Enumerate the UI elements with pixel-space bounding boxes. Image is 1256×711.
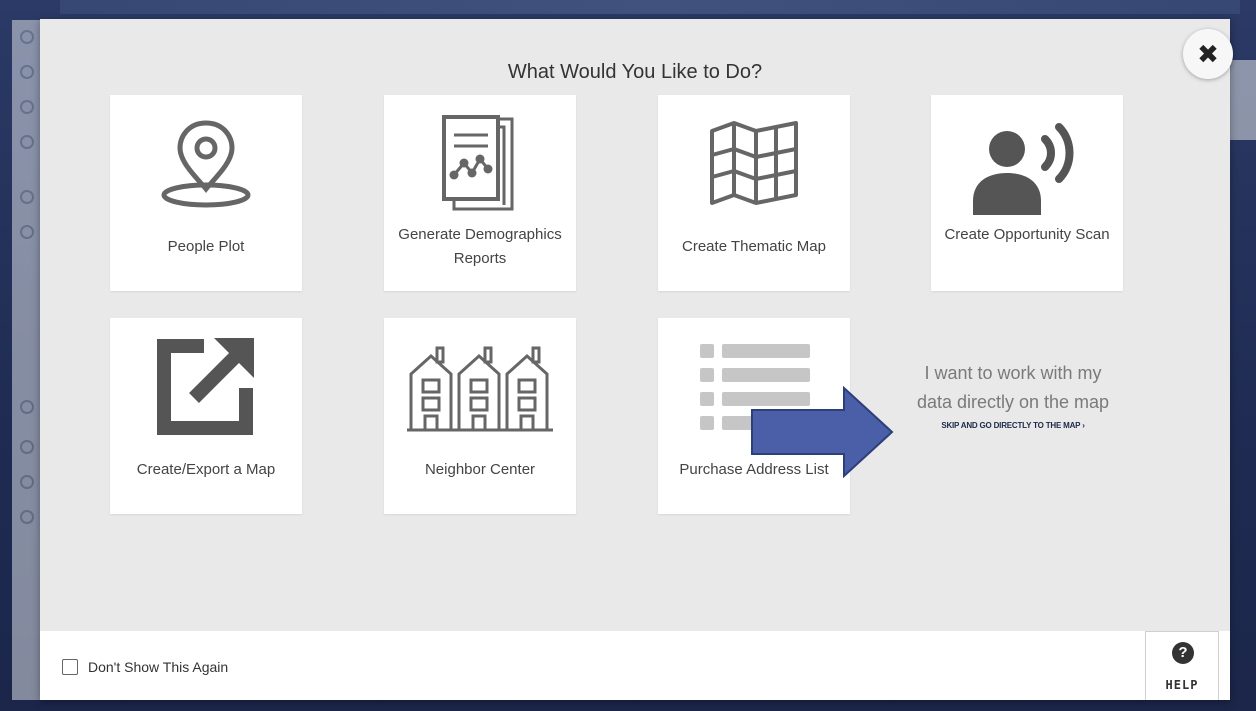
help-button[interactable]: ? HELP bbox=[1145, 631, 1219, 700]
option-people-plot[interactable]: People Plot bbox=[110, 95, 302, 291]
dont-show-again-option[interactable]: Don't Show This Again bbox=[62, 659, 228, 675]
background-panel-edge bbox=[1226, 60, 1256, 140]
option-demographics-reports[interactable]: Generate Demographics Reports bbox=[384, 95, 576, 291]
option-label: Generate Demographics Reports bbox=[398, 226, 562, 267]
annotation-arrow-icon bbox=[751, 386, 894, 478]
option-label: Create Opportunity Scan bbox=[944, 226, 1110, 243]
option-label: Create/Export a Map bbox=[136, 461, 276, 478]
help-label: HELP bbox=[1165, 678, 1199, 692]
close-icon: ✖ bbox=[1197, 38, 1219, 69]
skip-to-map-link[interactable]: SKIP AND GO DIRECTLY TO THE MAP › bbox=[913, 421, 1113, 430]
option-label: People Plot bbox=[167, 238, 245, 255]
background-toolbar bbox=[12, 20, 42, 700]
option-neighbor-center[interactable]: Neighbor Center bbox=[384, 318, 576, 514]
dont-show-checkbox[interactable] bbox=[62, 659, 78, 675]
report-chart-icon bbox=[384, 113, 576, 217]
close-button[interactable]: ✖ bbox=[1183, 29, 1233, 79]
person-broadcast-icon bbox=[931, 115, 1123, 215]
option-thematic-map[interactable]: Create Thematic Map bbox=[658, 95, 850, 291]
option-export-map[interactable]: Create/Export a Map bbox=[110, 318, 302, 514]
modal-title: What Would You Like to Do? bbox=[507, 61, 763, 83]
background-app-strip bbox=[60, 0, 1240, 14]
folded-map-icon bbox=[658, 117, 850, 207]
map-pin-icon bbox=[110, 113, 302, 213]
work-with-map-panel: I want to work with my data directly on … bbox=[913, 359, 1113, 430]
help-icon: ? bbox=[1172, 642, 1194, 664]
houses-icon bbox=[384, 344, 576, 434]
option-opportunity-scan[interactable]: Create Opportunity Scan bbox=[931, 95, 1123, 291]
option-label: Neighbor Center bbox=[424, 461, 536, 478]
option-label: Create Thematic Map bbox=[682, 238, 826, 255]
export-arrow-icon bbox=[110, 336, 302, 436]
what-to-do-modal: What Would You Like to Do? ✖ People Plot bbox=[40, 19, 1233, 700]
modal-footer: Don't Show This Again bbox=[40, 631, 1230, 700]
work-with-map-text: I want to work with my data directly on … bbox=[916, 363, 1110, 412]
dont-show-label: Don't Show This Again bbox=[88, 659, 229, 675]
